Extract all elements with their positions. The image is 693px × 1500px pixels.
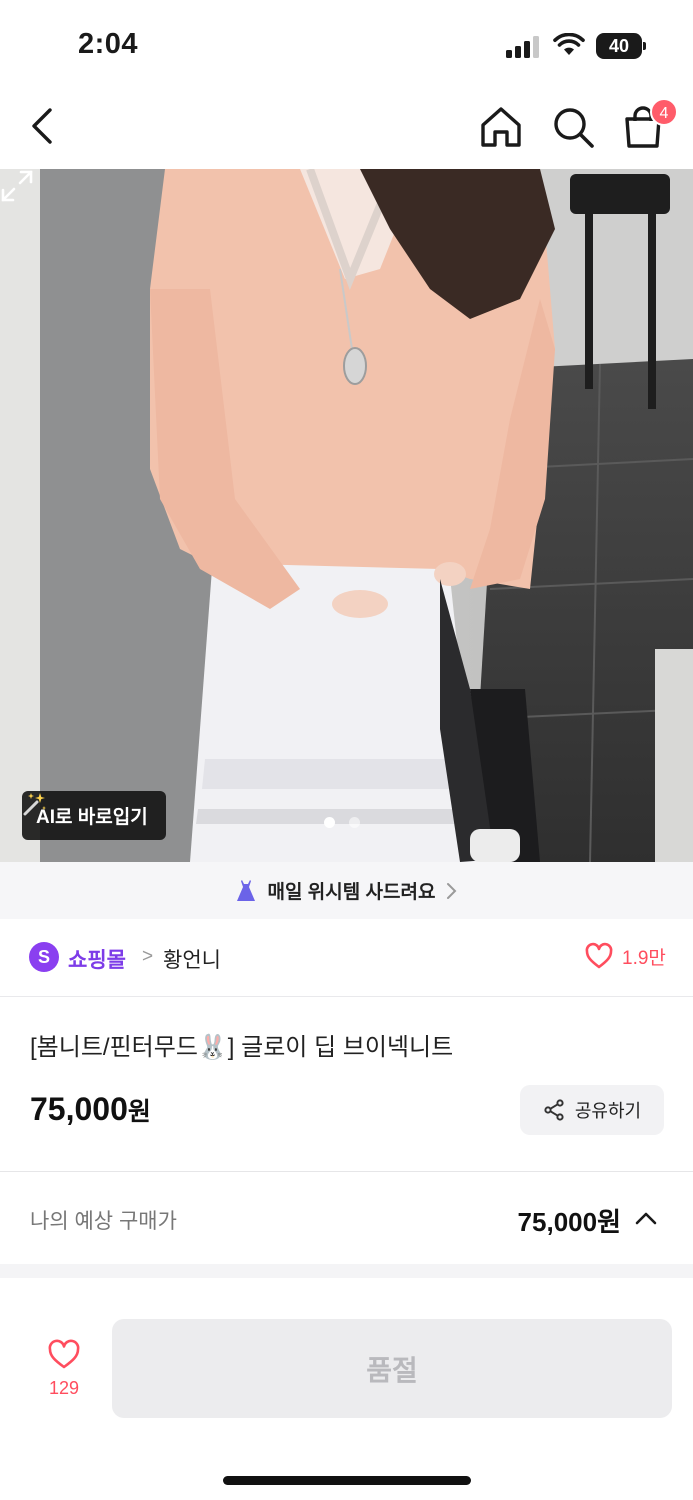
home-icon[interactable] [478,104,524,150]
bottom-action-bar: 129 품절 [0,1278,693,1500]
status-bar: 2:04 40 [0,0,693,90]
signal-icon [506,36,539,58]
product-photo-illustration [0,169,693,862]
status-time: 2:04 [78,28,139,60]
expected-price-label: 나의 예상 구매가 [30,1210,177,1233]
heart-outline-icon [48,1339,80,1369]
price-unit: 원 [127,1098,151,1126]
product-image[interactable]: AI로 바로입기 [0,169,693,862]
chevron-right-icon [447,882,457,899]
chevron-up-icon[interactable] [634,1210,658,1226]
product-title: [봄니트/핀터무드🐰] 글로이 딥 브이넥니트 [30,1034,454,1061]
shop-type-badge: S [29,942,59,972]
expand-icon[interactable] [0,169,34,203]
wifi-icon [553,33,585,55]
image-pagination [324,817,360,828]
breadcrumb-separator: > [142,946,154,967]
product-price: 75,000원 [30,1091,151,1128]
share-icon [544,1099,564,1121]
promo-text: 매일 위시템 사드려요 [267,882,436,903]
share-button[interactable]: 공유하기 [520,1085,664,1135]
expected-price-row[interactable]: 나의 예상 구매가 75,000원 [0,1172,693,1264]
brand-like-count: 1.9만 [622,947,666,969]
battery-indicator: 40 [596,33,646,59]
brand-link[interactable]: 황언니 [163,944,221,974]
ai-try-on-label: AI로 바로입기 [36,807,148,828]
battery-level: 40 [608,36,630,56]
promo-banner[interactable]: 매일 위시템 사드려요 [0,862,693,919]
search-icon[interactable] [550,104,596,150]
magic-wand-icon [23,793,46,816]
heart-outline-icon [585,942,613,969]
top-nav: 4 [0,90,693,169]
pagination-dot-1[interactable] [324,817,335,828]
home-indicator [223,1476,471,1485]
ai-try-on-button[interactable]: AI로 바로입기 [22,791,166,840]
dress-icon [236,879,255,901]
wishlist-count: 129 [48,1378,80,1398]
pagination-dot-2[interactable] [349,817,360,828]
section-gap [0,1264,693,1278]
cart-count-badge: 4 [650,98,678,126]
share-label: 공유하기 [574,1101,642,1121]
expected-price-value: 75,000원 [517,1207,621,1237]
shop-row: S 쇼핑몰 > 황언니 1.9만 [0,919,693,997]
brand-like-button[interactable]: 1.9만 [584,941,666,971]
shop-type-link[interactable]: 쇼핑몰 [68,944,126,974]
wishlist-button[interactable]: 129 [30,1338,98,1408]
back-chevron-icon[interactable] [24,106,64,146]
sold-out-button[interactable]: 품절 [112,1319,672,1418]
price-value: 75,000 [30,1091,128,1127]
